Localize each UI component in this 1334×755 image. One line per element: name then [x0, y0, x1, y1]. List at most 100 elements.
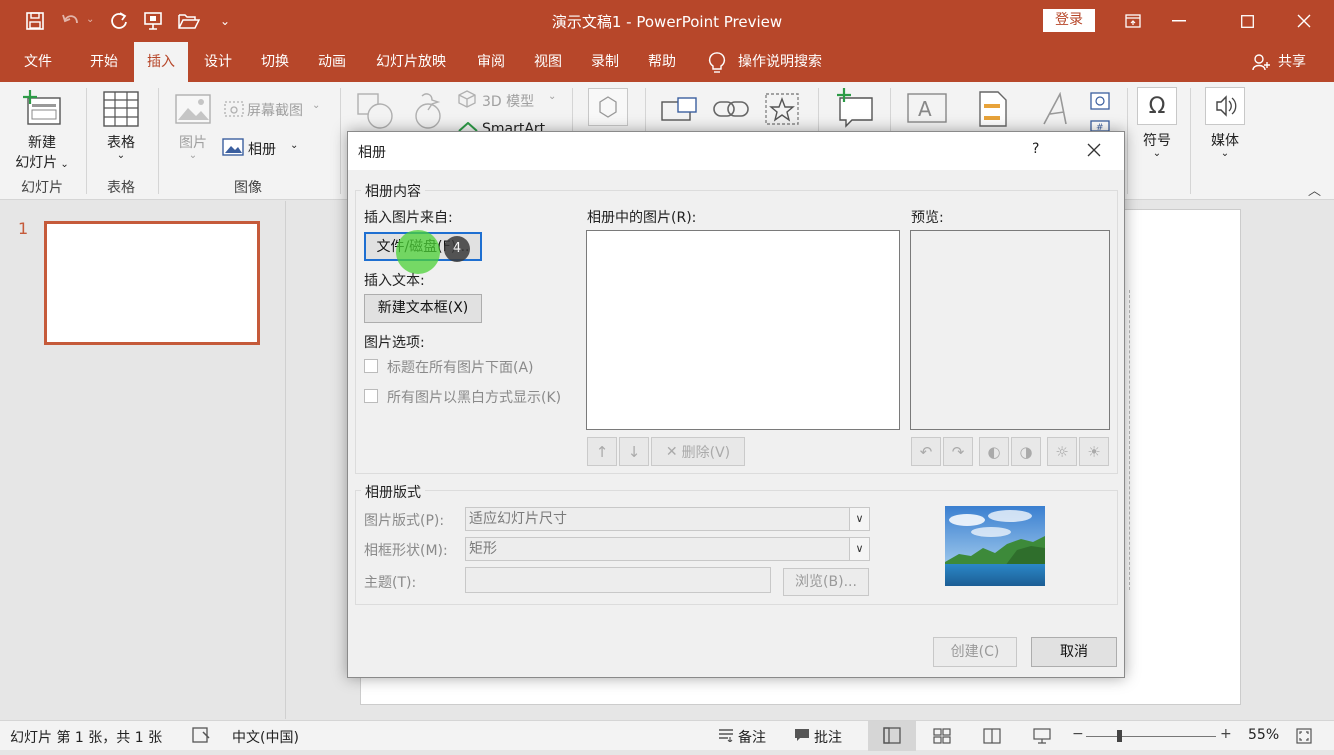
picture-button[interactable]: 图片 — [168, 132, 218, 152]
brightness-down-icon[interactable]: ☀ — [1079, 437, 1109, 466]
theme-input[interactable] — [465, 567, 771, 593]
fit-slide-icon[interactable] — [1296, 728, 1312, 748]
media-dropdown-icon[interactable]: ⌄ — [1198, 148, 1252, 159]
chevron-down-icon[interactable]: ∨ — [849, 508, 869, 530]
picture-icon[interactable] — [175, 94, 211, 128]
create-button[interactable]: 创建(C) — [933, 637, 1017, 667]
tab-help[interactable]: 帮助 — [634, 42, 690, 82]
delete-button[interactable]: ✕ 删除(V) — [651, 437, 745, 466]
new-slide-icon[interactable] — [22, 90, 64, 132]
reading-view-icon[interactable] — [983, 728, 1001, 748]
browse-button[interactable]: 浏览(B)... — [783, 568, 869, 596]
table-dropdown-icon[interactable]: ⌄ — [92, 150, 150, 161]
cancel-button[interactable]: 取消 — [1031, 637, 1117, 667]
link-icon[interactable] — [712, 96, 750, 126]
speaker-icon[interactable] — [1205, 87, 1245, 125]
redo-icon[interactable] — [106, 8, 132, 34]
tab-insert[interactable]: 插入 — [134, 42, 188, 82]
textbox-icon[interactable]: A — [906, 92, 948, 128]
contrast-down-icon[interactable]: ◑ — [1011, 437, 1041, 466]
tab-view[interactable]: 视图 — [520, 42, 576, 82]
icons-icon[interactable] — [408, 90, 448, 134]
normal-view-icon[interactable] — [868, 721, 916, 751]
move-down-icon[interactable]: ↓ — [619, 437, 649, 466]
frame-shape-select[interactable]: 矩形 ∨ — [465, 537, 870, 561]
screenshot-icon[interactable] — [224, 98, 244, 122]
omega-symbol-icon[interactable]: Ω — [1137, 87, 1177, 125]
undo-icon[interactable] — [58, 8, 84, 34]
black-white-checkbox[interactable] — [364, 389, 378, 403]
media-button[interactable]: 媒体 — [1198, 130, 1252, 150]
picture-layout-select[interactable]: 适应幻灯片尺寸 ∨ — [465, 507, 870, 531]
screenshot-button[interactable]: 屏幕截图 — [247, 100, 303, 120]
3d-model-button[interactable]: 3D 模型 — [482, 91, 534, 111]
picture-dropdown-icon[interactable]: ⌄ — [168, 150, 218, 161]
action-icon[interactable] — [764, 92, 800, 130]
open-icon[interactable] — [176, 8, 202, 34]
zoom-out-icon[interactable]: − — [1072, 726, 1084, 742]
zoom-level[interactable]: 55% — [1248, 727, 1279, 743]
ribbon-display-icon[interactable] — [1110, 6, 1156, 36]
tab-review[interactable]: 审阅 — [463, 42, 519, 82]
language-indicator[interactable]: 中文(中国) — [232, 727, 299, 747]
album-button[interactable]: 相册 — [248, 139, 276, 159]
symbol-dropdown-icon[interactable]: ⌄ — [1130, 148, 1184, 159]
contrast-up-icon[interactable]: ◐ — [979, 437, 1009, 466]
tell-me-search[interactable]: 操作说明搜索 — [738, 42, 838, 82]
table-icon[interactable] — [103, 91, 139, 131]
comments-button[interactable]: 批注 — [814, 727, 842, 747]
tab-home[interactable]: 开始 — [76, 42, 132, 82]
brightness-up-icon[interactable]: ☼ — [1047, 437, 1077, 466]
present-icon[interactable] — [140, 8, 166, 34]
new-slide-dropdown[interactable]: 幻灯片 ⌄ — [6, 152, 78, 172]
close-icon[interactable] — [1281, 6, 1327, 36]
zoom-slider-thumb[interactable] — [1116, 730, 1122, 742]
table-button[interactable]: 表格 — [92, 132, 150, 152]
symbol-button[interactable]: 符号 — [1130, 130, 1184, 150]
new-textbox-button[interactable]: 新建文本框(X) — [364, 294, 482, 323]
tab-record[interactable]: 录制 — [577, 42, 633, 82]
addins-icon[interactable] — [588, 88, 628, 126]
album-dropdown-icon[interactable]: ⌄ — [290, 140, 298, 151]
3d-model-icon[interactable] — [458, 90, 476, 112]
shapes-icon[interactable] — [356, 92, 394, 134]
slide-sorter-icon[interactable] — [933, 728, 951, 748]
minimize-icon[interactable] — [1156, 6, 1202, 36]
tab-slideshow[interactable]: 幻灯片放映 — [365, 42, 457, 82]
comment-icon[interactable] — [834, 88, 874, 132]
pictures-listbox[interactable] — [586, 230, 900, 430]
zoom-in-icon[interactable]: + — [1220, 726, 1232, 742]
undo-dropdown-icon[interactable]: ⌄ — [86, 14, 94, 25]
rotate-right-icon[interactable]: ↷ — [943, 437, 973, 466]
dialog-help-button[interactable]: ? — [1032, 141, 1039, 157]
wordart-icon[interactable] — [1040, 91, 1076, 130]
move-up-icon[interactable]: ↑ — [587, 437, 617, 466]
screenshot-dropdown-icon[interactable]: ⌄ — [312, 100, 320, 111]
tab-file[interactable]: 文件 — [10, 42, 66, 82]
zoom-slider[interactable] — [1086, 730, 1216, 742]
slide-thumbnail[interactable] — [44, 221, 260, 345]
album-icon[interactable] — [222, 138, 244, 160]
tab-design[interactable]: 设计 — [190, 42, 246, 82]
tab-animations[interactable]: 动画 — [304, 42, 360, 82]
notes-button[interactable]: 备注 — [738, 727, 766, 747]
accessibility-icon[interactable] — [192, 727, 210, 747]
header-footer-icon[interactable] — [978, 90, 1008, 132]
save-icon[interactable] — [22, 8, 48, 34]
3d-model-dropdown-icon[interactable]: ⌄ — [548, 91, 556, 102]
rotate-left-icon[interactable]: ↶ — [911, 437, 941, 466]
maximize-icon[interactable] — [1224, 6, 1270, 36]
zoom-icon[interactable] — [660, 94, 700, 128]
tab-transitions[interactable]: 切换 — [247, 42, 303, 82]
new-slide-button[interactable]: 新建 — [10, 132, 74, 152]
group-label-slides: 幻灯片 — [21, 180, 63, 196]
share-button[interactable]: 共享 — [1272, 42, 1312, 82]
slideshow-view-icon[interactable] — [1033, 727, 1051, 749]
chevron-down-icon[interactable]: ∨ — [849, 538, 869, 560]
collapse-ribbon-icon[interactable]: ︿ — [1308, 180, 1321, 199]
login-button[interactable]: 登录 — [1043, 9, 1095, 32]
customize-icon[interactable]: ⌄ — [212, 8, 238, 34]
datetime-icon[interactable] — [1090, 90, 1110, 114]
dialog-close-icon[interactable] — [1086, 142, 1102, 162]
caption-below-checkbox[interactable] — [364, 359, 378, 373]
